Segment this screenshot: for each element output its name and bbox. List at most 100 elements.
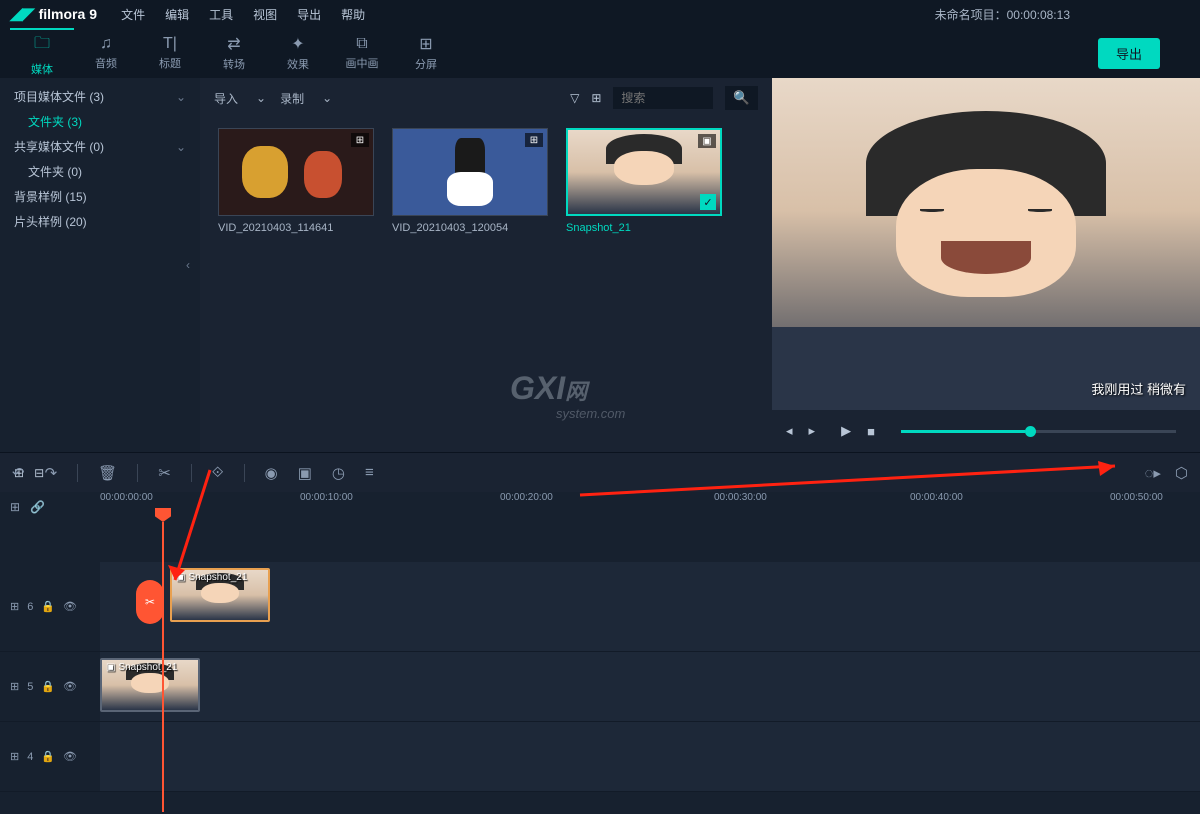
cut-button[interactable]: ✂ <box>158 464 171 482</box>
track-type-icon: ⊞ <box>10 600 19 613</box>
tab-media[interactable]: 🗀媒体 <box>10 28 74 78</box>
delete-folder-icon[interactable]: ⊟ <box>34 466 44 480</box>
media-thumbnail: ⊞ <box>392 128 548 216</box>
visibility-icon[interactable]: 👁 <box>63 750 77 763</box>
title-bar: ◢◤ filmora9 文件 编辑 工具 视图 导出 帮助 未命名项目：00:0… <box>0 0 1200 28</box>
lock-icon[interactable]: 🔒 <box>41 600 55 613</box>
sidebar-item-folder-3[interactable]: 文件夹 (3) <box>0 109 200 134</box>
media-grid: ⊞ VID_20210403_114641 ⊞ VID_20210403_120… <box>200 118 772 244</box>
visibility-icon[interactable]: 👁 <box>63 600 77 613</box>
tab-effects[interactable]: ✦效果 <box>266 28 330 78</box>
sidebar-item-project[interactable]: 项目媒体文件 (3)⌄ <box>0 84 200 109</box>
visibility-icon[interactable]: 👁 <box>63 680 77 693</box>
marker-button[interactable]: ⬡ <box>1175 464 1188 482</box>
lock-icon[interactable]: 🔒 <box>41 680 55 693</box>
media-thumbnail: ▣ ✓ <box>566 128 722 216</box>
tab-split[interactable]: ⊞分屏 <box>394 28 458 78</box>
lock-icon[interactable]: 🔒 <box>41 750 55 763</box>
menu-file[interactable]: 文件 <box>121 6 145 23</box>
link-icon[interactable]: 🔗 <box>30 500 45 514</box>
chevron-down-icon: ⌄ <box>256 91 266 105</box>
filter-icon[interactable]: ▽ <box>570 91 579 105</box>
check-icon: ✓ <box>700 194 716 210</box>
time-ruler[interactable]: 00:00:00:00 00:00:10:00 00:00:20:00 00:0… <box>100 492 1200 522</box>
media-item[interactable]: ▣ ✓ Snapshot_21 <box>566 128 722 234</box>
tab-transition[interactable]: ⇄转场 <box>202 28 266 78</box>
timeline-clip[interactable]: ▣Snapshot_21 <box>100 658 200 712</box>
render-button[interactable]: ◌▸ <box>1144 464 1160 482</box>
next-frame-button[interactable]: ▸ <box>809 423 816 439</box>
crop-button[interactable]: ⟐ <box>212 464 224 481</box>
search-button[interactable]: 🔍 <box>725 86 758 110</box>
collapse-sidebar-icon[interactable]: ‹ <box>186 258 190 272</box>
tracks-container: ⊞ 6 🔒 👁 ✂ ▣Snapshot_21 ⊞ 5 🔒 👁 <box>0 522 1200 792</box>
track-row: ⊞ 5 🔒 👁 ▣Snapshot_21 <box>0 652 1200 722</box>
menu-tools[interactable]: 工具 <box>209 6 233 23</box>
chevron-down-icon: ⌄ <box>322 91 332 105</box>
sidebar-item-folder-0[interactable]: 文件夹 (0) <box>0 159 200 184</box>
sidebar-item-intro[interactable]: 片头样例 (20) <box>0 209 200 234</box>
track-row: ⊞ 6 🔒 👁 ✂ ▣Snapshot_21 <box>0 562 1200 652</box>
menu-view[interactable]: 视图 <box>253 6 277 23</box>
search-input[interactable] <box>613 87 713 109</box>
progress-slider[interactable] <box>901 430 1176 433</box>
search-icon: 🔍 <box>733 90 750 105</box>
menu-help[interactable]: 帮助 <box>341 6 365 23</box>
sidebar-item-shared[interactable]: 共享媒体文件 (0)⌄ <box>0 134 200 159</box>
undo-button[interactable]: ↶ <box>12 464 25 482</box>
track-header: ⊞ 6 🔒 👁 <box>0 562 100 651</box>
split-icon: ⊞ <box>419 34 432 54</box>
export-button[interactable]: 导出 <box>1098 38 1160 69</box>
menu-export[interactable]: 导出 <box>297 6 321 23</box>
menu-edit[interactable]: 编辑 <box>165 6 189 23</box>
preview-controls: ◂ ▸ ▶ ■ <box>772 410 1200 452</box>
pip-icon: ⧉ <box>356 35 367 53</box>
tab-audio[interactable]: ♫音频 <box>74 28 138 78</box>
tab-pip[interactable]: ⧉画中画 <box>330 28 394 78</box>
grid-view-icon[interactable]: ⊞ <box>591 91 601 105</box>
import-dropdown[interactable]: 导入⌄ <box>214 90 266 107</box>
cut-tool-badge[interactable]: ✂ <box>136 580 164 624</box>
record-dropdown[interactable]: 录制⌄ <box>280 90 332 107</box>
transition-icon: ⇄ <box>227 34 240 54</box>
content-area: 项目媒体文件 (3)⌄ 文件夹 (3) 共享媒体文件 (0)⌄ 文件夹 (0) … <box>0 78 1200 452</box>
stop-button[interactable]: ■ <box>867 424 875 439</box>
text-icon: T| <box>163 35 177 53</box>
main-tabs: 🗀媒体 ♫音频 T|标题 ⇄转场 ✦效果 ⧉画中画 ⊞分屏 导出 <box>0 28 1200 78</box>
preview-viewport: 我刚用过 稍微有 <box>772 78 1200 410</box>
delete-button[interactable]: 🗑 <box>98 464 117 482</box>
timeline: ⊞ 🔗 00:00:00:00 00:00:10:00 00:00:20:00 … <box>0 492 1200 814</box>
play-button[interactable]: ▶ <box>841 423 851 439</box>
media-toolbar: 导入⌄ 录制⌄ ▽ ⊞ 🔍 <box>200 78 772 118</box>
video-type-icon: ⊞ <box>525 133 543 147</box>
wand-icon: ✦ <box>291 34 304 54</box>
track-type-icon: ⊞ <box>10 680 19 693</box>
prev-frame-button[interactable]: ◂ <box>786 423 793 439</box>
track-header: ⊞ 4 🔒 👁 <box>0 722 100 791</box>
settings-button[interactable]: ≡ <box>365 464 374 481</box>
playhead[interactable] <box>162 522 164 812</box>
track-content[interactable]: ▣Snapshot_21 <box>100 652 1200 721</box>
color-button[interactable]: ▣ <box>298 464 312 482</box>
speed-button[interactable]: ◉ <box>265 464 278 482</box>
timeline-clip[interactable]: ▣Snapshot_21 <box>170 568 270 622</box>
redo-button[interactable]: ↷ <box>45 464 58 482</box>
track-content[interactable]: ✂ ▣Snapshot_21 <box>100 562 1200 651</box>
media-item[interactable]: ⊞ VID_20210403_120054 <box>392 128 548 234</box>
app-name: filmora <box>39 6 86 22</box>
scissors-icon: ✂ <box>145 595 155 609</box>
image-icon: ▣ <box>176 572 185 583</box>
image-type-icon: ▣ <box>698 134 716 148</box>
media-thumbnail: ⊞ <box>218 128 374 216</box>
track-content[interactable] <box>100 722 1200 791</box>
media-item[interactable]: ⊞ VID_20210403_114641 <box>218 128 374 234</box>
sidebar: 项目媒体文件 (3)⌄ 文件夹 (3) 共享媒体文件 (0)⌄ 文件夹 (0) … <box>0 78 200 452</box>
sidebar-item-bg[interactable]: 背景样例 (15) <box>0 184 200 209</box>
app-logo: ◢◤ filmora9 <box>10 4 97 24</box>
watermark-sub: system.com <box>556 406 625 421</box>
menu-bar: 文件 编辑 工具 视图 导出 帮助 <box>121 6 365 23</box>
add-track-icon[interactable]: ⊞ <box>10 500 20 514</box>
time-button[interactable]: ◷ <box>332 464 345 482</box>
tab-title[interactable]: T|标题 <box>138 28 202 78</box>
project-title: 未命名项目：00:00:08:13 <box>935 6 1070 23</box>
